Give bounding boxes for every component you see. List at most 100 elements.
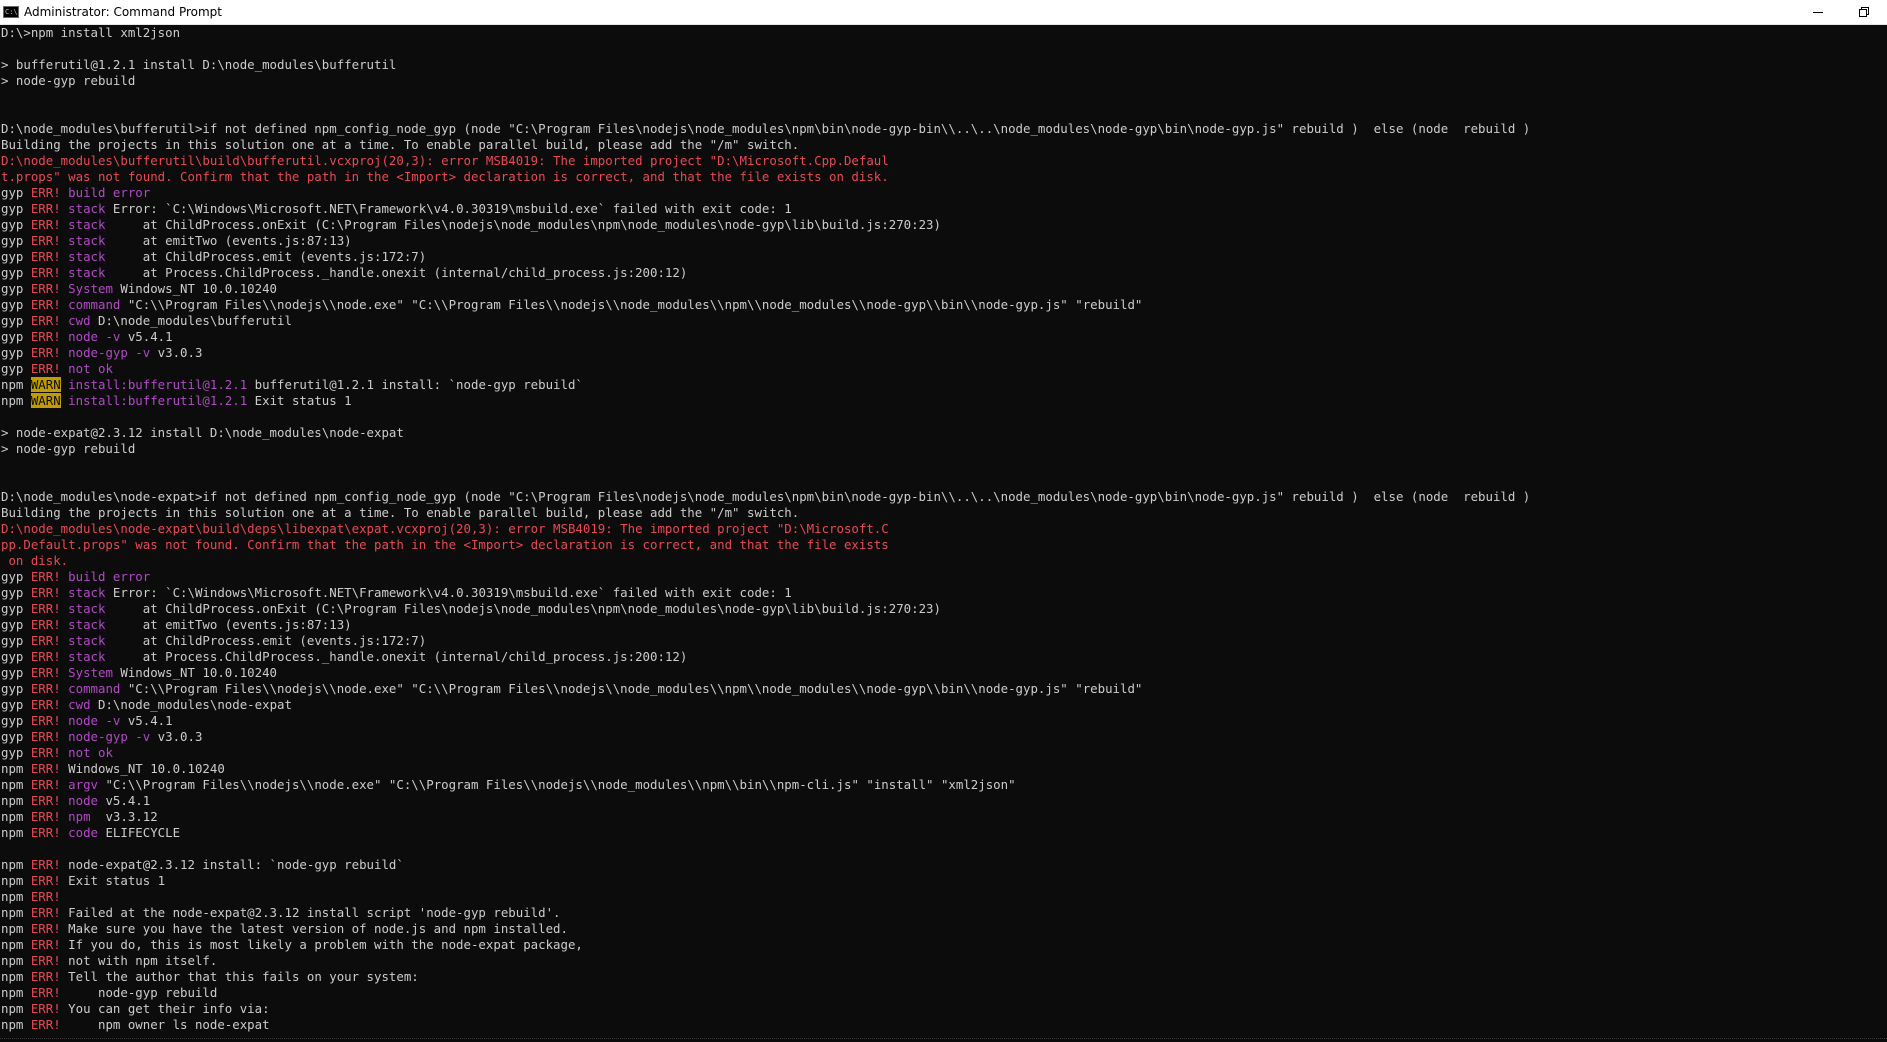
console-text: gyp — [1, 345, 31, 360]
console-text: gyp — [1, 233, 31, 248]
error-label: cwd — [60, 313, 91, 328]
error-tag: ERR! — [30, 585, 61, 600]
console-text: Exit status 1 — [60, 873, 166, 888]
error-label: command — [60, 297, 121, 312]
console-text: > node-expat@2.3.12 install D:\node_modu… — [1, 425, 404, 440]
console-text: D:\node_modules\bufferutil>if not define… — [1, 121, 1531, 136]
console-text: gyp — [1, 713, 31, 728]
console-line: D:\>npm install xml2json — [1, 25, 1887, 41]
error-tag: ERR! — [30, 217, 61, 232]
error-tag: ERR! — [30, 569, 61, 584]
console-text: "C:\\Program Files\\nodejs\\node.exe" "C… — [120, 297, 1143, 312]
console-text: at ChildProcess.onExit (C:\Program Files… — [105, 217, 941, 232]
console-line: npm ERR! code ELIFECYCLE — [1, 825, 1887, 841]
console-text: at emitTwo (events.js:87:13) — [105, 617, 352, 632]
console-text: v5.4.1 — [98, 793, 151, 808]
console-line: gyp ERR! stack at emitTwo (events.js:87:… — [1, 617, 1887, 633]
console-text: > node-gyp rebuild — [1, 73, 136, 88]
error-label: stack — [60, 649, 106, 664]
console-text: npm — [1, 953, 31, 968]
console-text: v5.4.1 — [120, 329, 173, 344]
console-text: gyp — [1, 697, 31, 712]
error-label: stack — [60, 217, 106, 232]
console-line: npm ERR! Failed at the node-expat@2.3.12… — [1, 905, 1887, 921]
console-line: > bufferutil@1.2.1 install D:\node_modul… — [1, 57, 1887, 73]
window-controls — [1795, 0, 1887, 24]
console-line: > node-gyp rebuild — [1, 73, 1887, 89]
window-bottom-edge — [0, 1038, 1887, 1042]
error-tag: ERR! — [30, 617, 61, 632]
console-line: > node-gyp rebuild — [1, 441, 1887, 457]
error-label: argv — [60, 777, 98, 792]
console-line: npm WARN install:bufferutil@1.2.1 buffer… — [1, 377, 1887, 393]
warn-tag: WARN — [30, 377, 61, 392]
minimize-button[interactable] — [1795, 0, 1841, 24]
console-text: Windows_NT 10.0.10240 — [112, 665, 278, 680]
error-tag: ERR! — [30, 905, 61, 920]
console-line: gyp ERR! stack at ChildProcess.emit (eve… — [1, 633, 1887, 649]
error-label: node -v — [60, 329, 121, 344]
console-text: npm — [1, 905, 31, 920]
console-output[interactable]: D:\>npm install xml2json > bufferutil@1.… — [0, 25, 1887, 1038]
console-text: gyp — [1, 617, 31, 632]
error-tag: ERR! — [30, 185, 61, 200]
console-text: D:\node_modules\node-expat — [90, 697, 292, 712]
console-line: D:\node_modules\bufferutil>if not define… — [1, 121, 1887, 137]
minimize-icon — [1813, 12, 1823, 13]
console-text: v3.0.3 — [150, 345, 203, 360]
console-text: gyp — [1, 665, 31, 680]
error-tag: ERR! — [30, 665, 61, 680]
console-line: npm ERR! npm v3.3.12 — [1, 809, 1887, 825]
console-line: gyp ERR! stack at ChildProcess.onExit (C… — [1, 217, 1887, 233]
title-bar[interactable]: C:\ Administrator: Command Prompt — [0, 0, 1887, 25]
console-text: Make sure you have the latest version of… — [60, 921, 568, 936]
console-text: npm — [1, 937, 31, 952]
error-tag: D:\node_modules\bufferutil\build\bufferu… — [1, 153, 889, 168]
console-text: gyp — [1, 185, 31, 200]
console-text: D:\>npm install xml2json — [1, 25, 181, 40]
window-title: Administrator: Command Prompt — [24, 5, 222, 19]
console-line: Building the projects in this solution o… — [1, 505, 1887, 521]
command-prompt-icon: C:\ — [3, 6, 19, 18]
console-text: npm owner ls node-expat — [60, 1017, 270, 1032]
error-label: stack — [60, 233, 106, 248]
restore-button[interactable] — [1841, 0, 1887, 24]
console-line: gyp ERR! stack at Process.ChildProcess._… — [1, 265, 1887, 281]
console-text: npm — [1, 1001, 31, 1016]
console-text: npm — [1, 809, 31, 824]
console-text: You can get their info via: — [60, 1001, 270, 1016]
error-tag: ERR! — [30, 729, 61, 744]
error-label: not ok — [60, 361, 113, 376]
console-text: npm — [1, 393, 31, 408]
console-line: npm ERR! You can get their info via: — [1, 1001, 1887, 1017]
error-label: stack — [60, 249, 106, 264]
error-tag: ERR! — [30, 313, 61, 328]
console-text: gyp — [1, 745, 31, 760]
app-icon-text: C:\ — [5, 7, 18, 16]
error-tag: ERR! — [30, 345, 61, 360]
error-tag: ERR! — [30, 281, 61, 296]
error-tag: ERR! — [30, 825, 61, 840]
error-tag: ERR! — [30, 969, 61, 984]
restore-icon — [1859, 7, 1869, 17]
console-text: npm — [1, 825, 31, 840]
console-line: npm ERR! node-expat@2.3.12 install: `nod… — [1, 857, 1887, 873]
console-text: Building the projects in this solution o… — [1, 137, 800, 152]
error-tag: ERR! — [30, 601, 61, 616]
error-tag: ERR! — [30, 697, 61, 712]
console-text: node-expat@2.3.12 install: `node-gyp reb… — [60, 857, 404, 872]
error-tag: ERR! — [30, 953, 61, 968]
console-line: npm ERR! If you do, this is most likely … — [1, 937, 1887, 953]
console-text: not with npm itself. — [60, 953, 218, 968]
console-text: gyp — [1, 313, 31, 328]
console-line: pp.Default.props" was not found. Confirm… — [1, 537, 1887, 553]
error-label: stack — [60, 617, 106, 632]
console-line: gyp ERR! stack at Process.ChildProcess._… — [1, 649, 1887, 665]
console-line: npm ERR! node v5.4.1 — [1, 793, 1887, 809]
console-text: gyp — [1, 569, 31, 584]
error-tag: ERR! — [30, 937, 61, 952]
